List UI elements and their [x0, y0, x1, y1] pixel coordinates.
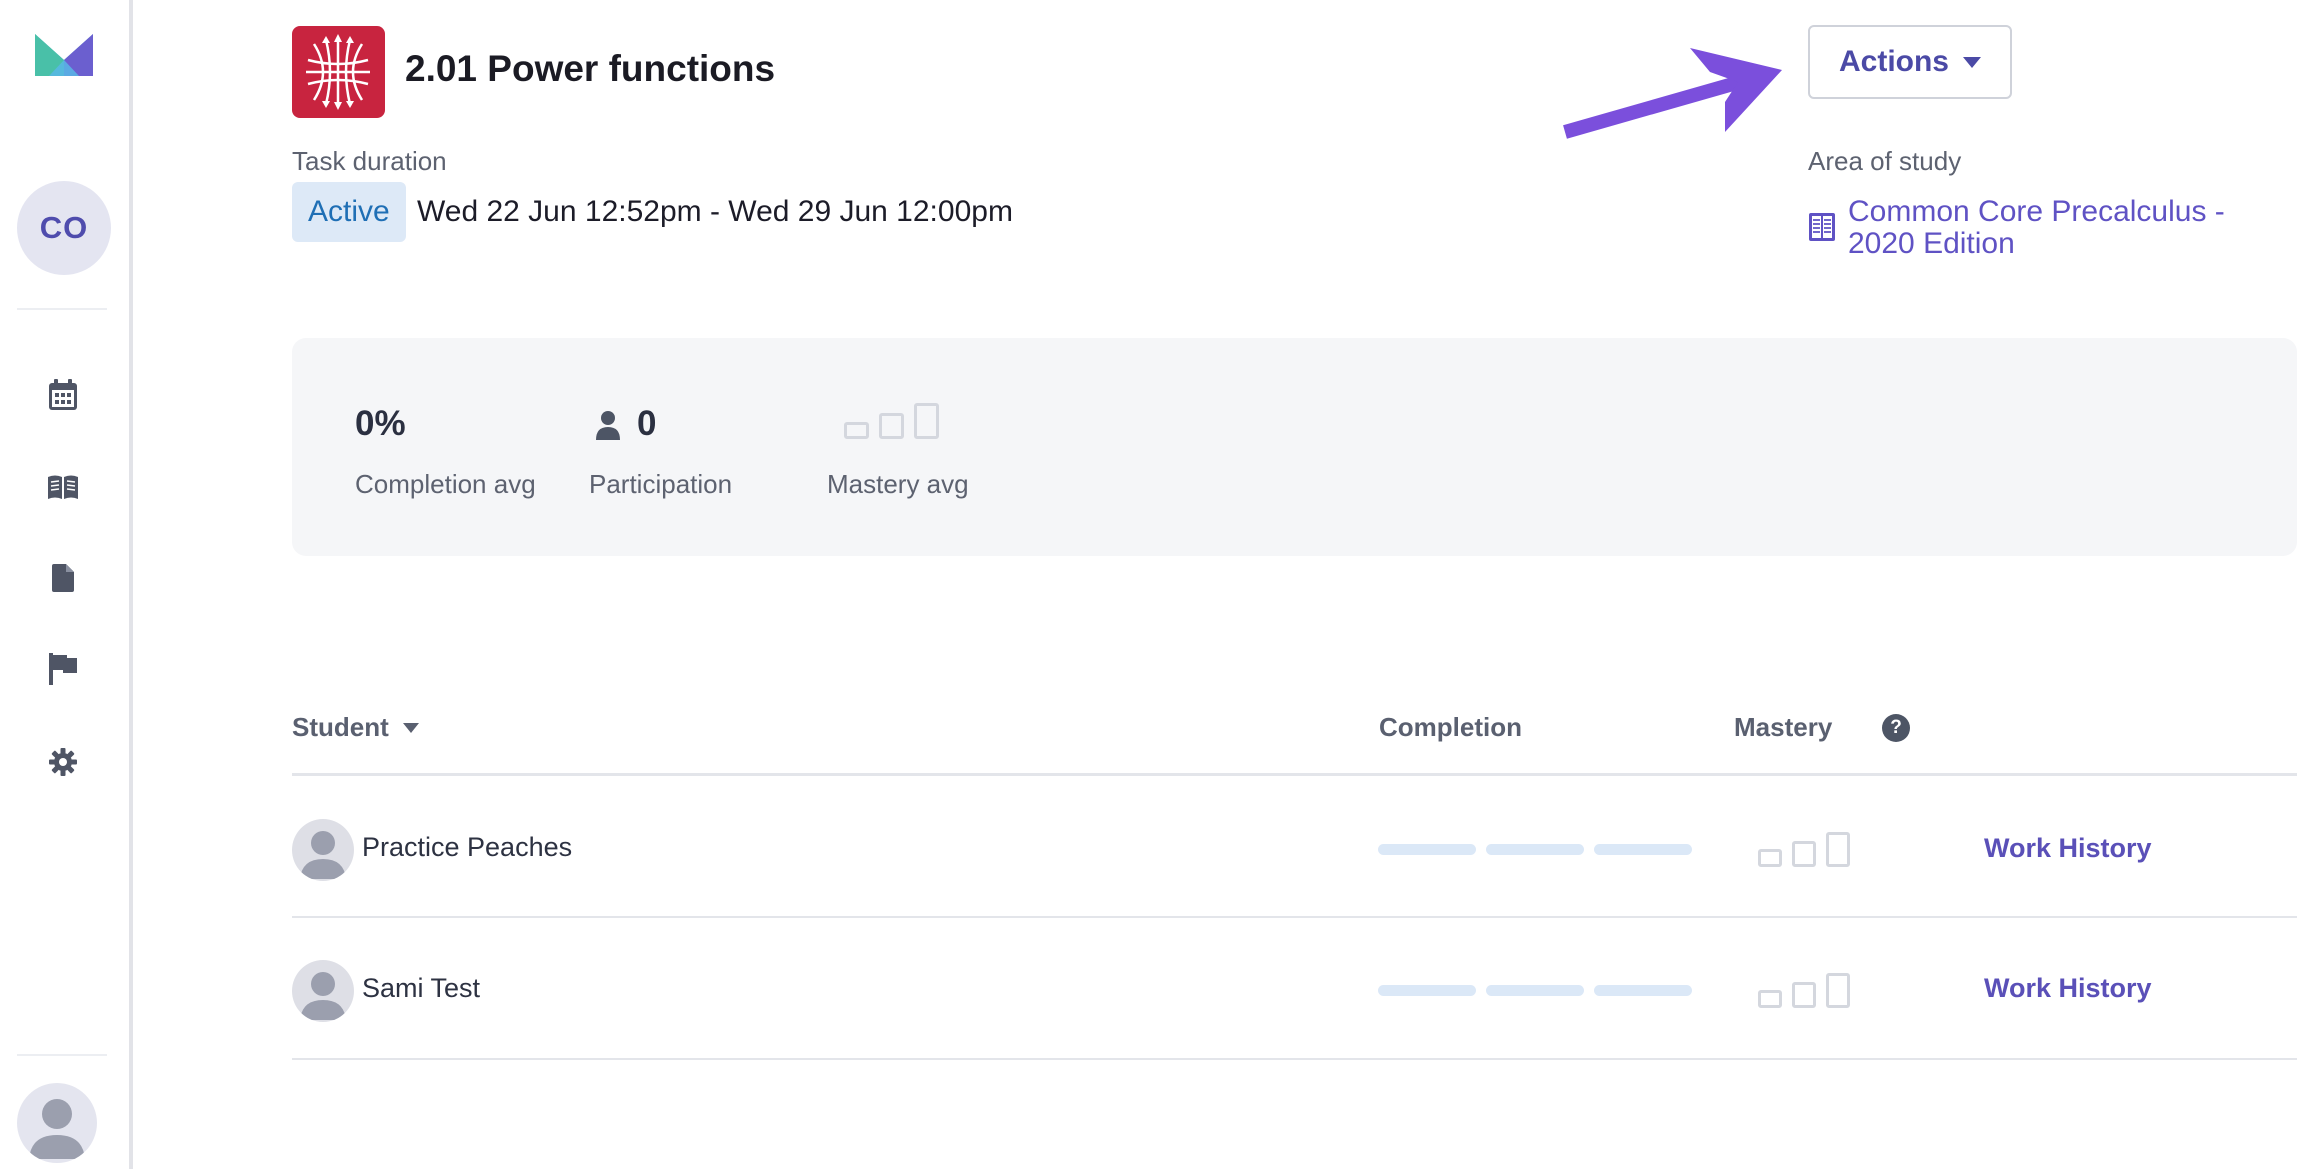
- student-column-label: Student: [292, 712, 389, 742]
- user-avatar[interactable]: [17, 1083, 97, 1163]
- stats-card: 0% Completion avg 0 Participation Master…: [292, 338, 2297, 556]
- table-header: Student Completion Mastery: [292, 700, 2297, 776]
- document-icon[interactable]: [46, 561, 80, 595]
- completion-avg-value: 0%: [355, 404, 406, 443]
- app-logo[interactable]: [33, 30, 95, 80]
- mastery-indicator-icon: [1758, 832, 1850, 867]
- annotation-arrow-icon: [1563, 48, 1782, 139]
- gear-icon[interactable]: [46, 745, 80, 779]
- student-avatar: [292, 960, 354, 1022]
- mastery-avg-label: Mastery avg: [827, 469, 969, 499]
- completion-avg-label: Completion avg: [355, 469, 536, 499]
- area-of-study-link[interactable]: Common Core Precalculus - 2020 Edition: [1808, 196, 2278, 260]
- completion-progress: [1378, 844, 1692, 855]
- help-icon[interactable]: ?: [1882, 714, 1910, 742]
- book-icon: [1808, 212, 1836, 242]
- mastery-avg-icon: [844, 403, 939, 439]
- student-column-header[interactable]: Student: [292, 712, 419, 743]
- caret-down-icon: [1963, 56, 1981, 68]
- area-of-study-line-2: 2020 Edition: [1848, 227, 2015, 260]
- completion-progress: [1378, 985, 1692, 996]
- task-icon: [292, 26, 385, 118]
- area-of-study-line-1: Common Core Precalculus -: [1848, 195, 2225, 228]
- student-name: Practice Peaches: [362, 832, 573, 862]
- work-history-link[interactable]: Work History: [1984, 973, 2152, 1004]
- task-duration-label: Task duration: [292, 146, 447, 176]
- actions-button-label: Actions: [1838, 45, 1949, 78]
- area-of-study-label: Area of study: [1808, 146, 1962, 176]
- work-history-link[interactable]: Work History: [1984, 833, 2152, 864]
- sidebar: CO: [0, 0, 133, 1169]
- area-of-study-name: Common Core Precalculus - 2020 Edition: [1848, 196, 2225, 260]
- mastery-column-header: Mastery: [1734, 712, 1833, 742]
- flag-icon[interactable]: [46, 652, 80, 686]
- table-row: Practice Peaches Work History: [292, 778, 2297, 918]
- person-icon: [595, 410, 621, 445]
- status-badge: Active: [292, 182, 406, 242]
- student-name: Sami Test: [362, 973, 481, 1003]
- completion-column-header: Completion: [1379, 712, 1522, 742]
- participation-value: 0: [637, 404, 657, 443]
- mastery-indicator-icon: [1758, 973, 1850, 1008]
- page-title: 2.01 Power functions: [405, 48, 776, 89]
- actions-button[interactable]: Actions: [1808, 25, 2012, 99]
- book-open-icon[interactable]: [46, 470, 80, 504]
- calendar-icon[interactable]: [46, 378, 80, 412]
- sidebar-divider: [17, 308, 107, 310]
- table-row: Sami Test Work History: [292, 920, 2297, 1060]
- participation-label: Participation: [589, 469, 733, 499]
- sidebar-divider: [17, 1054, 107, 1056]
- sort-caret-icon: [402, 722, 419, 733]
- task-duration-range: Wed 22 Jun 12:52pm - Wed 29 Jun 12:00pm: [417, 195, 1013, 228]
- student-avatar: [292, 819, 354, 881]
- course-avatar[interactable]: CO: [17, 181, 111, 275]
